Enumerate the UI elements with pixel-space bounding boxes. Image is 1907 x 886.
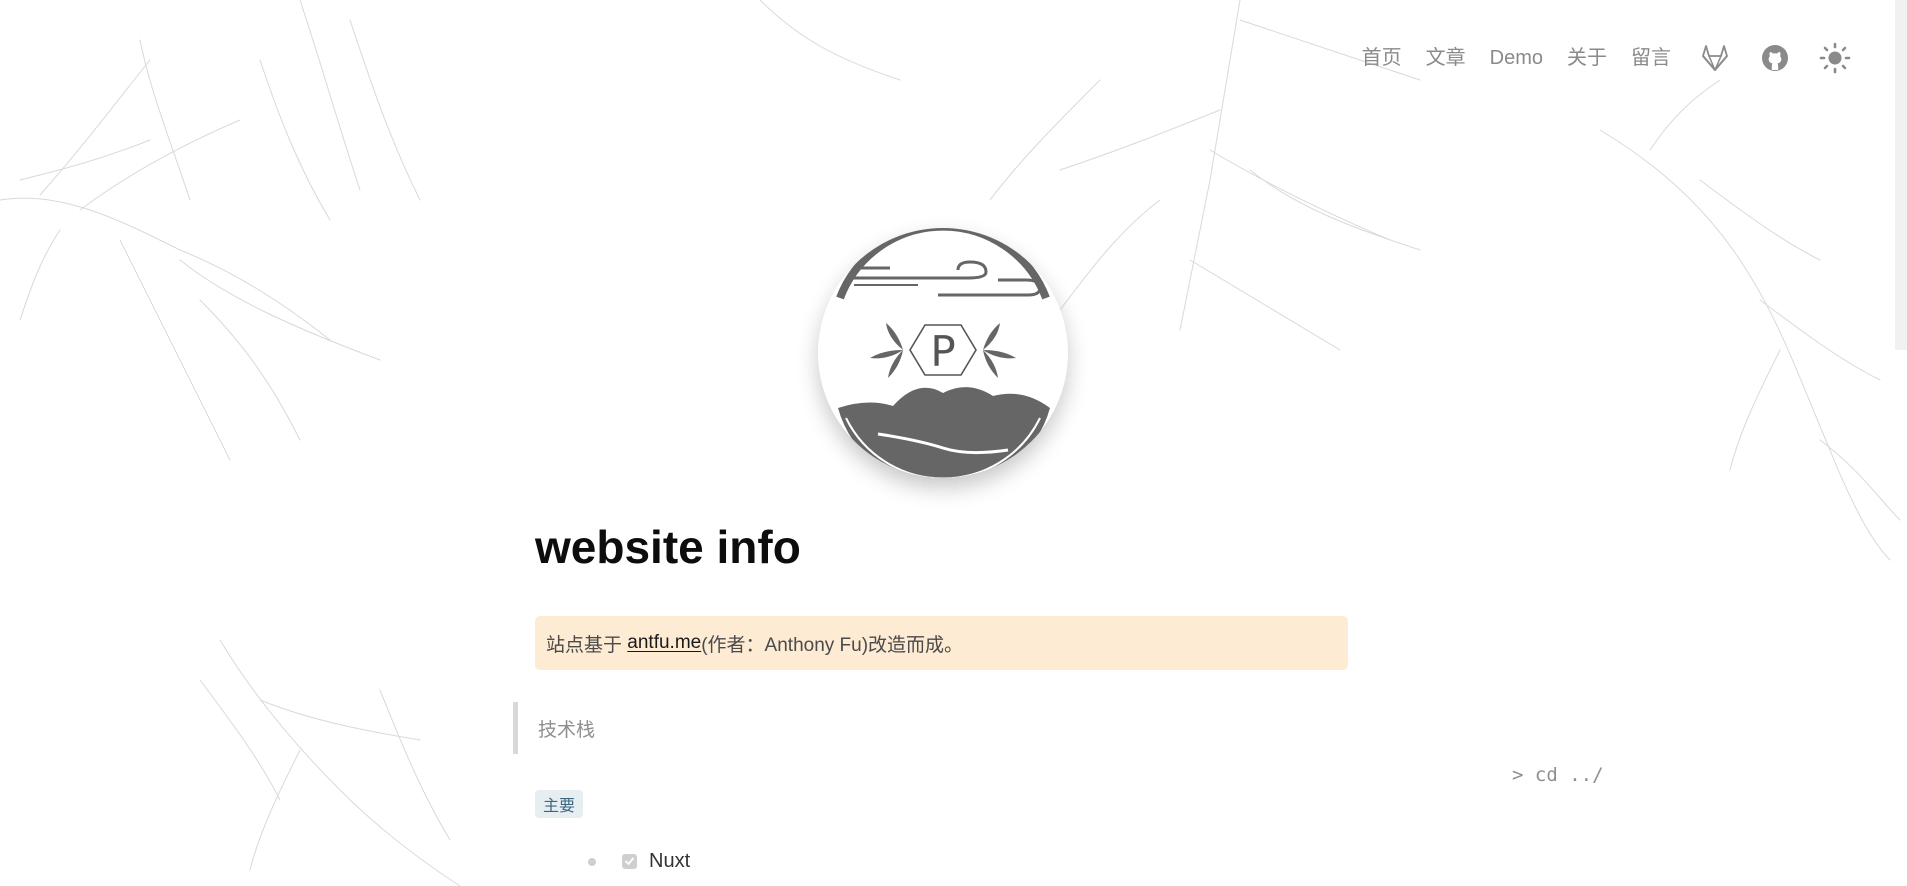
- primary-badge: 主要: [535, 790, 584, 818]
- checkbox-checked[interactable]: [622, 854, 637, 869]
- gitlab-icon[interactable]: [1699, 42, 1731, 74]
- page: 首页 文章 Demo 关于 留言 P website info 站点基于 ant…: [0, 0, 1907, 886]
- avatar-logo: P: [818, 228, 1068, 478]
- nav-link-articles[interactable]: 文章: [1426, 42, 1466, 74]
- scrollbar-thumb[interactable]: [1895, 0, 1907, 350]
- notice-suffix: (作者：Anthony Fu)改造而成。: [701, 634, 964, 656]
- nav-link-guestbook[interactable]: 留言: [1631, 42, 1671, 74]
- nav-link-home[interactable]: 首页: [1362, 42, 1402, 74]
- svg-text:P: P: [930, 327, 955, 376]
- notice-callout: 站点基于 antfu.me (作者：Anthony Fu)改造而成。: [535, 616, 1348, 670]
- logo-p-emblem-icon: P: [836, 228, 1050, 478]
- list-item-label: Nuxt: [649, 850, 691, 872]
- tech-stack-quote: 技术栈: [513, 702, 595, 754]
- check-icon: [625, 857, 634, 865]
- nav-link-demo[interactable]: Demo: [1490, 42, 1543, 74]
- top-navigation: 首页 文章 Demo 关于 留言: [1338, 42, 1851, 74]
- back-link[interactable]: > cd ../: [1512, 764, 1604, 786]
- bullet-dot: [588, 857, 596, 866]
- github-icon[interactable]: [1759, 42, 1791, 74]
- page-title: website info: [535, 521, 801, 573]
- sun-icon[interactable]: [1819, 42, 1851, 74]
- antfu-link[interactable]: antfu.me: [627, 632, 701, 654]
- list-item: Nuxt: [588, 850, 690, 873]
- notice-prefix: 站点基于: [546, 634, 628, 656]
- nav-link-about[interactable]: 关于: [1567, 42, 1607, 74]
